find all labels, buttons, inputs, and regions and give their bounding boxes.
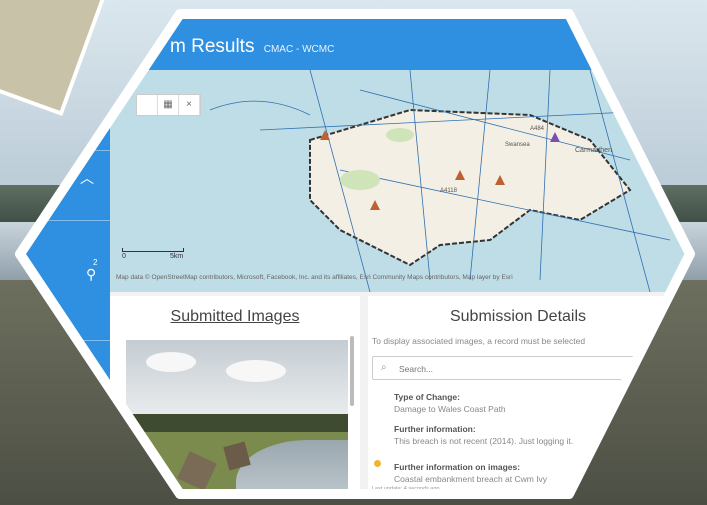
road-label: A484 (530, 126, 545, 132)
chevron-up-icon[interactable]: ︿ (80, 168, 94, 188)
app-subtitle: CMAC - WCMC (263, 44, 335, 55)
town-label: Carmarthen (575, 147, 612, 154)
photo-cloud (226, 360, 286, 382)
search-icon: ⌕ (381, 362, 387, 373)
field-value: Coastal embankment breach at Cwm Ivy (394, 474, 548, 484)
green-area (340, 170, 380, 190)
selection-hint: To display associated images, a record m… (372, 336, 586, 346)
map-scale: 0 5km (122, 248, 184, 260)
scale-bar (122, 248, 184, 252)
app-title: m Results CMAC - WCMC (170, 36, 334, 58)
search-input[interactable] (397, 361, 641, 377)
map-view[interactable]: A4118 A484 Carmarthen Swansea ▦ × 0 5km … (110, 70, 690, 292)
town-label: Swansea (505, 142, 530, 148)
field-value: This breach is not recent (2014). Just l… (394, 436, 574, 446)
app-title-text: m Results (170, 36, 255, 57)
status-dot (374, 460, 381, 467)
scale-end: 5km (170, 253, 184, 260)
detail-field-images-info: Further information on images: Coastal e… (394, 462, 547, 484)
photo-cloud (146, 352, 196, 372)
field-value: Damage to Wales Coast Path (394, 404, 506, 414)
close-icon[interactable]: × (179, 95, 200, 115)
location-pin-icon[interactable]: ⚲ (86, 266, 96, 283)
field-label: Type of Change: (394, 392, 460, 402)
grid-icon[interactable]: ▦ (158, 95, 179, 115)
last-update: Last update: 4 seconds ago (372, 486, 440, 492)
search-box[interactable]: ⌕ (372, 356, 654, 380)
photo-treeline (126, 414, 348, 434)
map-attribution: Map data © OpenStreetMap contributors, M… (116, 274, 513, 281)
field-label: Further information on images: (394, 462, 521, 472)
road-label: A4118 (440, 188, 458, 194)
sidebar-divider (40, 220, 110, 221)
submission-details-title: Submission Details (449, 308, 587, 325)
detail-field-info: Further information: This breach is not … (394, 424, 573, 446)
field-label: Further information: (394, 424, 476, 434)
green-area (386, 128, 414, 142)
detail-field-type: Type of Change: Damage to Wales Coast Pa… (394, 392, 506, 414)
coastal-zone-line (209, 100, 311, 116)
map-tool-button[interactable] (137, 95, 158, 115)
submitted-images-title: Submitted Images (170, 308, 300, 325)
map-toolbar: ▦ × (136, 94, 201, 116)
images-scrollbar[interactable] (350, 336, 354, 406)
scale-start: 0 (122, 253, 126, 260)
